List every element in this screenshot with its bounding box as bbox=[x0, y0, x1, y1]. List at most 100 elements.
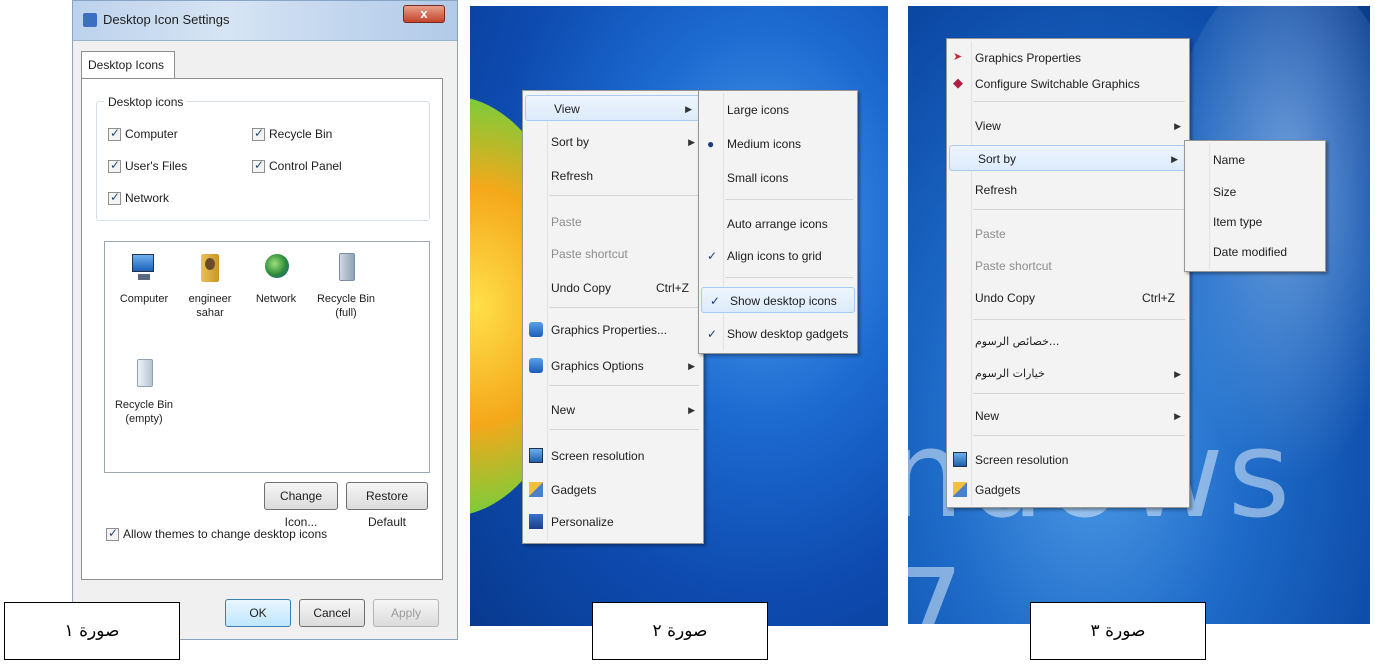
sort-by-submenu: Name Size Item type Date modified bbox=[1184, 140, 1326, 272]
chevron-right-icon: ▶ bbox=[1171, 154, 1178, 164]
tab-body: Desktop icons Computer Recycle Bin User'… bbox=[81, 78, 443, 580]
menu-item-graphics-properties-ar[interactable]: خصائص الرسوم... bbox=[947, 329, 1189, 355]
submenu-item-large-icons[interactable]: Large icons bbox=[699, 97, 857, 123]
view-submenu: Large icons ● Medium icons Small icons A… bbox=[698, 90, 858, 354]
tab-desktop-icons[interactable]: Desktop Icons bbox=[81, 51, 175, 79]
dialog-app-icon bbox=[83, 13, 97, 27]
checked-icon[interactable] bbox=[252, 126, 265, 141]
menu-item-sort-by[interactable]: Sort by ▶ bbox=[949, 145, 1187, 171]
gadgets-icon bbox=[529, 482, 543, 497]
change-icon-button[interactable]: Change Icon... bbox=[264, 482, 338, 529]
menu-item-refresh[interactable]: Refresh bbox=[523, 163, 703, 189]
menu-item-personalize[interactable]: Personalize bbox=[523, 509, 703, 535]
apply-button[interactable]: Apply bbox=[373, 599, 439, 627]
menu-item-refresh[interactable]: Refresh bbox=[947, 177, 1189, 203]
menu-item-graphics-properties[interactable]: Graphics Properties... bbox=[523, 317, 703, 343]
chevron-right-icon: ▶ bbox=[688, 361, 695, 371]
submenu-item-small-icons[interactable]: Small icons bbox=[699, 165, 857, 191]
menu-item-undo-copy[interactable]: Undo Copy Ctrl+Z bbox=[947, 285, 1189, 311]
submenu-item-item-type[interactable]: Item type bbox=[1185, 209, 1325, 235]
chevron-right-icon: ▶ bbox=[688, 405, 695, 415]
monitor-icon bbox=[953, 452, 967, 467]
icon-item-network[interactable]: Network bbox=[241, 250, 311, 306]
menu-item-undo-copy[interactable]: Undo Copy Ctrl+Z bbox=[523, 275, 703, 301]
submenu-item-name[interactable]: Name bbox=[1185, 147, 1325, 173]
radio-dot-icon: ● bbox=[707, 137, 715, 151]
computer-icon bbox=[129, 250, 159, 284]
arrow-icon: ➤ bbox=[953, 51, 963, 63]
recycle-bin-full-icon bbox=[331, 250, 361, 284]
close-button[interactable]: x bbox=[403, 5, 445, 23]
desktop-icon-settings-panel: Desktop Icon Settings x Desktop Icons De… bbox=[72, 0, 458, 640]
menu-item-paste[interactable]: Paste bbox=[947, 221, 1189, 247]
submenu-item-show-desktop-gadgets[interactable]: ✓ Show desktop gadgets bbox=[699, 321, 857, 347]
cancel-button[interactable]: Cancel bbox=[299, 599, 365, 627]
menu-item-gadgets[interactable]: Gadgets bbox=[523, 477, 703, 503]
chevron-right-icon: ▶ bbox=[1174, 121, 1181, 131]
icon-item-user-folder[interactable]: engineer sahar bbox=[175, 250, 245, 320]
caption-image-1: صورة ١ bbox=[4, 602, 180, 660]
icon-item-recycle-bin-empty[interactable]: Recycle Bin (empty) bbox=[109, 356, 179, 426]
chevron-right-icon: ▶ bbox=[1174, 411, 1181, 421]
checkbox-recycle-bin[interactable]: Recycle Bin bbox=[252, 126, 332, 141]
menu-item-paste-shortcut[interactable]: Paste shortcut bbox=[523, 241, 703, 267]
checked-icon[interactable] bbox=[108, 126, 121, 141]
context-menu: ➤ Graphics Properties ◆ Configure Switch… bbox=[946, 38, 1190, 508]
menu-item-new[interactable]: New ▶ bbox=[523, 397, 703, 423]
desktop-context-menu-panel-2: View ▶ Sort by ▶ Refresh Paste Paste sho… bbox=[470, 6, 888, 626]
menu-item-gadgets[interactable]: Gadgets bbox=[947, 477, 1189, 503]
icon-item-computer[interactable]: Computer bbox=[109, 250, 179, 306]
menu-item-screen-resolution[interactable]: Screen resolution bbox=[523, 443, 703, 469]
submenu-item-align-to-grid[interactable]: ✓ Align icons to grid bbox=[699, 243, 857, 269]
ok-button[interactable]: OK bbox=[225, 599, 291, 627]
desktop-context-menu-panel-3: ndows 7 ➤ Graphics Properties ◆ Configur… bbox=[908, 6, 1370, 624]
menu-item-graphics-options-ar[interactable]: خيارات الرسوم ▶ bbox=[947, 361, 1189, 387]
checkbox-computer[interactable]: Computer bbox=[108, 126, 178, 141]
icon-list: Computer engineer sahar Network Recycle … bbox=[104, 241, 430, 473]
menu-item-graphics-properties[interactable]: ➤ Graphics Properties bbox=[947, 45, 1189, 71]
dialog-title: Desktop Icon Settings bbox=[103, 12, 230, 27]
checkmark-icon: ✓ bbox=[707, 327, 718, 341]
caption-image-3: صورة ٣ bbox=[1030, 602, 1206, 660]
network-icon bbox=[261, 250, 291, 284]
checked-icon[interactable] bbox=[106, 526, 119, 541]
menu-item-new[interactable]: New ▶ bbox=[947, 403, 1189, 429]
submenu-item-auto-arrange[interactable]: Auto arrange icons bbox=[699, 211, 857, 237]
gadgets-icon bbox=[953, 482, 967, 497]
menu-item-paste-shortcut[interactable]: Paste shortcut bbox=[947, 253, 1189, 279]
menu-item-sort-by[interactable]: Sort by ▶ bbox=[523, 129, 703, 155]
submenu-item-size[interactable]: Size bbox=[1185, 179, 1325, 205]
menu-item-view[interactable]: View ▶ bbox=[525, 95, 701, 121]
personalize-icon bbox=[529, 514, 543, 529]
dialog-titlebar: Desktop Icon Settings x bbox=[73, 1, 457, 41]
icon-item-recycle-bin-full[interactable]: Recycle Bin (full) bbox=[311, 250, 381, 320]
submenu-item-date-modified[interactable]: Date modified bbox=[1185, 239, 1325, 265]
checked-icon[interactable] bbox=[108, 190, 121, 205]
checkbox-control-panel[interactable]: Control Panel bbox=[252, 158, 342, 173]
menu-item-configure-switchable-graphics[interactable]: ◆ Configure Switchable Graphics bbox=[947, 71, 1189, 97]
submenu-item-show-desktop-icons[interactable]: ✓ Show desktop icons bbox=[701, 287, 855, 313]
checkbox-network[interactable]: Network bbox=[108, 190, 169, 205]
menu-item-graphics-options[interactable]: Graphics Options ▶ bbox=[523, 353, 703, 379]
desktop-icon-settings-dialog: Desktop Icon Settings x Desktop Icons De… bbox=[72, 0, 458, 640]
restore-default-button[interactable]: Restore Default bbox=[346, 482, 428, 529]
chevron-right-icon: ▶ bbox=[685, 104, 692, 114]
checkbox-allow-themes[interactable]: Allow themes to change desktop icons bbox=[106, 526, 327, 541]
monitor-icon bbox=[529, 448, 543, 463]
submenu-item-medium-icons[interactable]: ● Medium icons bbox=[699, 131, 857, 157]
caption-image-2: صورة ٢ bbox=[592, 602, 768, 660]
checked-icon[interactable] bbox=[252, 158, 265, 173]
menu-item-paste[interactable]: Paste bbox=[523, 209, 703, 235]
menu-item-screen-resolution[interactable]: Screen resolution bbox=[947, 447, 1189, 473]
context-menu: View ▶ Sort by ▶ Refresh Paste Paste sho… bbox=[522, 90, 704, 544]
chevron-right-icon: ▶ bbox=[1174, 369, 1181, 379]
checked-icon[interactable] bbox=[108, 158, 121, 173]
recycle-bin-empty-icon bbox=[129, 356, 159, 390]
group-label: Desktop icons bbox=[104, 95, 188, 109]
menu-item-view[interactable]: View ▶ bbox=[947, 113, 1189, 139]
graphics-icon bbox=[529, 358, 543, 373]
checkbox-users-files[interactable]: User's Files bbox=[108, 158, 187, 173]
checkmark-icon: ✓ bbox=[710, 294, 721, 308]
graphics-icon bbox=[529, 322, 543, 337]
user-folder-icon bbox=[195, 250, 225, 284]
